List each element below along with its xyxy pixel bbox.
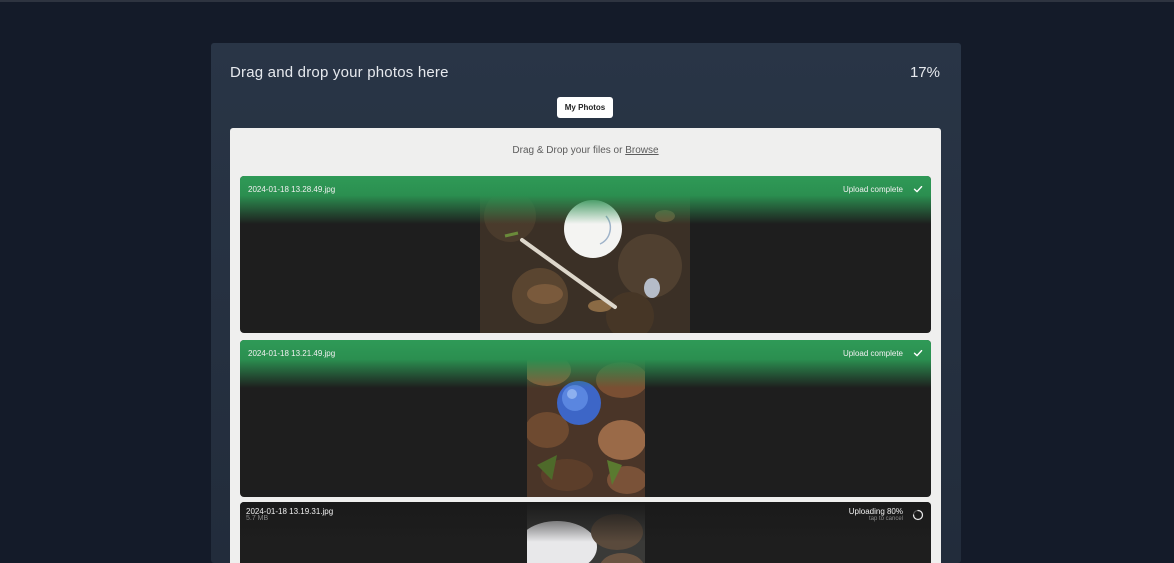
file-card[interactable]: 2024-01-18 13.21.49.jpg Upload complete bbox=[240, 340, 931, 497]
check-icon bbox=[913, 185, 923, 193]
file-card[interactable]: 2024-01-18 13.19.31.jpg 5.7 MB Uploading… bbox=[240, 502, 931, 563]
upload-status: Upload complete bbox=[842, 349, 903, 358]
upload-status: Upload complete bbox=[842, 185, 903, 194]
my-photos-button[interactable]: My Photos bbox=[557, 97, 613, 118]
upload-status: Uploading 80% bbox=[848, 507, 903, 516]
upload-panel: Drag and drop your photos here 17% My Ph… bbox=[211, 43, 961, 563]
file-card[interactable]: 2024-01-18 13.28.49.jpg Upload complete bbox=[240, 176, 931, 333]
window-top-bar bbox=[0, 0, 1174, 2]
file-name: 2024-01-18 13.21.49.jpg bbox=[248, 349, 336, 358]
drop-zone[interactable]: Drag & Drop your files or Browse 2024-01… bbox=[230, 128, 941, 563]
uploading-overlay bbox=[240, 502, 931, 542]
total-progress-percent: 17% bbox=[909, 64, 940, 81]
upload-complete-overlay bbox=[240, 340, 931, 388]
browse-link[interactable]: Browse bbox=[625, 145, 658, 156]
panel-title: Drag and drop your photos here bbox=[230, 64, 449, 81]
drop-zone-hint: Drag & Drop your files or Browse bbox=[230, 145, 941, 156]
cancel-hint[interactable]: tap to cancel bbox=[869, 516, 903, 522]
file-size: 5.7 MB bbox=[246, 515, 269, 522]
spinner-icon bbox=[912, 509, 924, 521]
upload-complete-overlay bbox=[240, 176, 931, 224]
file-name: 2024-01-18 13.28.49.jpg bbox=[248, 185, 336, 194]
check-icon bbox=[913, 349, 923, 357]
drop-zone-hint-text: Drag & Drop your files or bbox=[512, 145, 623, 156]
